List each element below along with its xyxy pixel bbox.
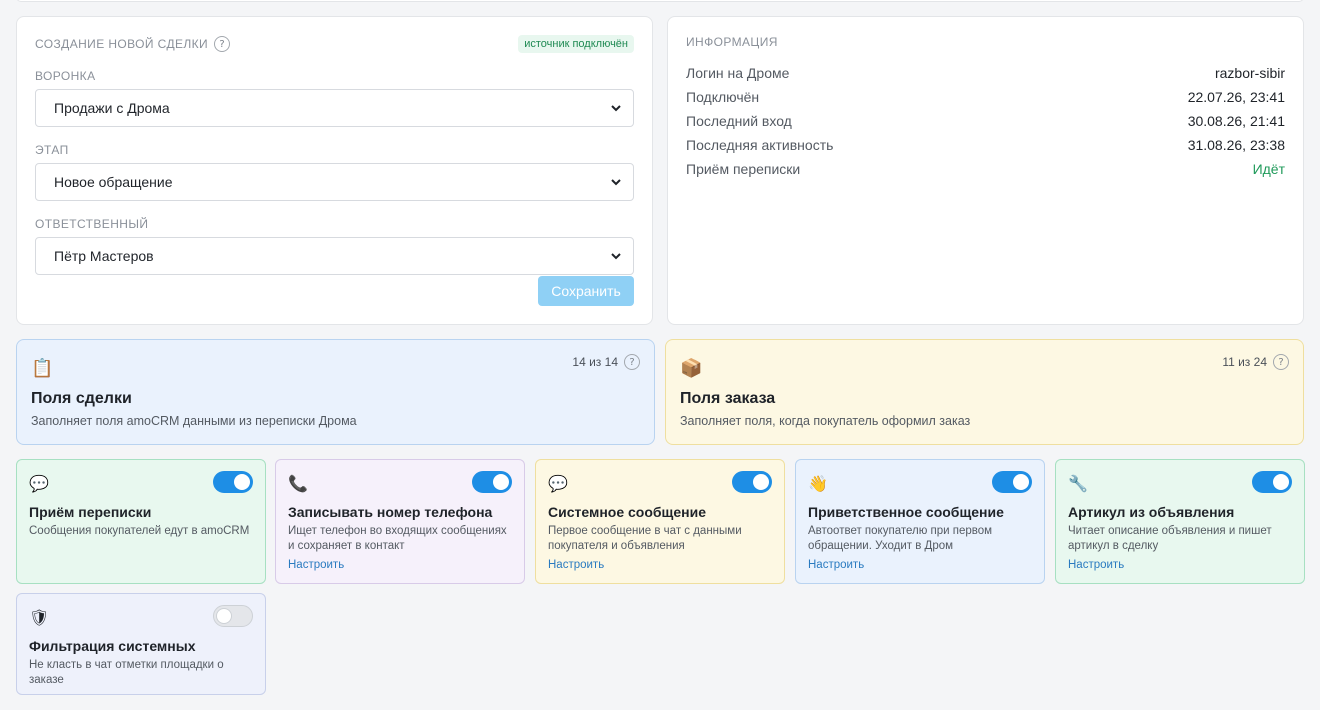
order-fields-description: Заполняет поля, когда покупатель оформил… (680, 414, 971, 428)
configure-link[interactable]: Настроить (1068, 559, 1292, 571)
toggle-knob (493, 474, 509, 490)
save-button[interactable]: Сохранить (538, 276, 634, 306)
info-key: Логин на Дроме (686, 65, 790, 81)
new-deal-title: СОЗДАНИЕ НОВОЙ СДЕЛКИ (35, 37, 209, 51)
configure-link[interactable]: Настроить (548, 559, 772, 571)
feature-article-from-ad: 🔧 Артикул из объявления Читает описание … (1055, 459, 1305, 584)
new-deal-title-row: СОЗДАНИЕ НОВОЙ СДЕЛКИ ? (35, 36, 231, 52)
info-list: Логин на Дроме razbor-sibir Подключён 22… (686, 61, 1285, 181)
feature-description: Не класть в чат отметки площадки о заказ… (29, 659, 224, 686)
responsible-select[interactable]: Пётр Мастеров (35, 237, 634, 275)
feature-description: Сообщения покупателей едут в amoCRM (29, 525, 250, 537)
top-card-edge (16, 0, 1304, 2)
help-icon[interactable]: ? (624, 354, 640, 370)
deal-fields-counter: 14 из 14 ? (572, 354, 640, 370)
feature-description: Автоответ покупателю при первом обращени… (808, 525, 993, 552)
feature-toggle[interactable] (732, 471, 772, 493)
toggle-knob (1273, 474, 1289, 490)
info-value: 22.07.26, 23:41 (1187, 89, 1285, 105)
info-row-message-intake: Приём переписки Идёт (686, 157, 1285, 181)
deal-fields-title: Поля сделки (31, 390, 132, 407)
source-connected-badge: источник подключён (518, 35, 634, 53)
feature-title: Записывать номер телефона (288, 504, 493, 520)
feature-system-message: 💬 Системное сообщение Первое сообщение в… (535, 459, 785, 584)
stage-select-value: Новое обращение (54, 174, 173, 190)
funnel-select[interactable]: Продажи с Дрома (35, 89, 634, 127)
feature-title: Приветственное сообщение (808, 504, 1004, 520)
feature-toggle[interactable] (213, 605, 253, 627)
feature-toggle[interactable] (472, 471, 512, 493)
chevron-down-icon (611, 179, 621, 186)
counter-text: 11 из 24 (1222, 355, 1267, 369)
toggle-knob (1013, 474, 1029, 490)
toggle-knob (234, 474, 250, 490)
feature-message-intake: 💬 Приём переписки Сообщения покупателей … (16, 459, 266, 584)
configure-link[interactable]: Настроить (808, 559, 1032, 571)
feature-title: Фильтрация системных (29, 638, 196, 654)
info-value: 30.08.26, 21:41 (1187, 113, 1285, 129)
funnel-label: ВОРОНКА (35, 69, 96, 83)
toggle-knob (216, 608, 232, 624)
info-key: Подключён (686, 89, 760, 105)
package-icon: 📦 (680, 358, 703, 379)
chevron-down-icon (611, 105, 621, 112)
feature-toggle[interactable] (1252, 471, 1292, 493)
info-row-last-login: Последний вход 30.08.26, 21:41 (686, 109, 1285, 133)
new-deal-card: СОЗДАНИЕ НОВОЙ СДЕЛКИ ? источник подключ… (16, 16, 653, 325)
info-key: Последний вход (686, 113, 792, 129)
feature-title: Приём переписки (29, 504, 152, 520)
funnel-select-value: Продажи с Дрома (54, 100, 170, 116)
order-fields-counter: 11 из 24 ? (1222, 354, 1289, 370)
info-value: razbor-sibir (1214, 65, 1285, 81)
feature-record-phone: 📞 Записывать номер телефона Ищет телефон… (275, 459, 525, 584)
counter-text: 14 из 14 (572, 355, 618, 369)
chevron-down-icon (611, 253, 621, 260)
feature-title: Артикул из объявления (1068, 504, 1235, 520)
feature-system-filter: 🛡 Фильтрация системных Не класть в чат о… (16, 593, 266, 695)
feature-welcome-message: 👋 Приветственное сообщение Автоответ пок… (795, 459, 1045, 584)
deal-fields-description: Заполняет поля amoCRM данными из перепис… (31, 414, 357, 428)
info-key: Приём переписки (686, 161, 801, 177)
new-deal-header: СОЗДАНИЕ НОВОЙ СДЕЛКИ ? источник подключ… (35, 35, 634, 53)
info-row-last-activity: Последняя активность 31.08.26, 23:38 (686, 133, 1285, 157)
help-icon[interactable]: ? (214, 36, 231, 52)
feature-description: Ищет телефон во входящих сообщениях и со… (288, 525, 507, 552)
feature-title: Системное сообщение (548, 504, 706, 520)
info-value: 31.08.26, 23:38 (1187, 137, 1285, 153)
feature-description: Первое сообщение в чат с данными покупат… (548, 525, 742, 552)
deal-fields-panel[interactable]: 📋 Поля сделки Заполняет поля amoCRM данн… (16, 339, 655, 445)
feature-toggle[interactable] (992, 471, 1032, 493)
order-fields-title: Поля заказа (680, 390, 776, 407)
info-title: ИНФОРМАЦИЯ (686, 35, 778, 49)
responsible-label: ОТВЕТСТВЕННЫЙ (35, 217, 149, 231)
info-row-connected: Подключён 22.07.26, 23:41 (686, 85, 1285, 109)
configure-link[interactable]: Настроить (288, 559, 512, 571)
responsible-select-value: Пётр Мастеров (54, 248, 154, 264)
info-card: ИНФОРМАЦИЯ Логин на Дроме razbor-sibir П… (667, 16, 1304, 325)
status-value: Идёт (1252, 161, 1285, 177)
stage-label: ЭТАП (35, 143, 69, 157)
info-row-login: Логин на Дроме razbor-sibir (686, 61, 1285, 85)
clipboard-icon: 📋 (31, 358, 54, 379)
feature-description: Читает описание объявления и пишет артик… (1068, 525, 1272, 552)
toggle-knob (753, 474, 769, 490)
info-key: Последняя активность (686, 137, 834, 153)
stage-select[interactable]: Новое обращение (35, 163, 634, 201)
help-icon[interactable]: ? (1273, 354, 1289, 370)
order-fields-panel[interactable]: 📦 Поля заказа Заполняет поля, когда поку… (665, 339, 1304, 445)
feature-toggle[interactable] (213, 471, 253, 493)
